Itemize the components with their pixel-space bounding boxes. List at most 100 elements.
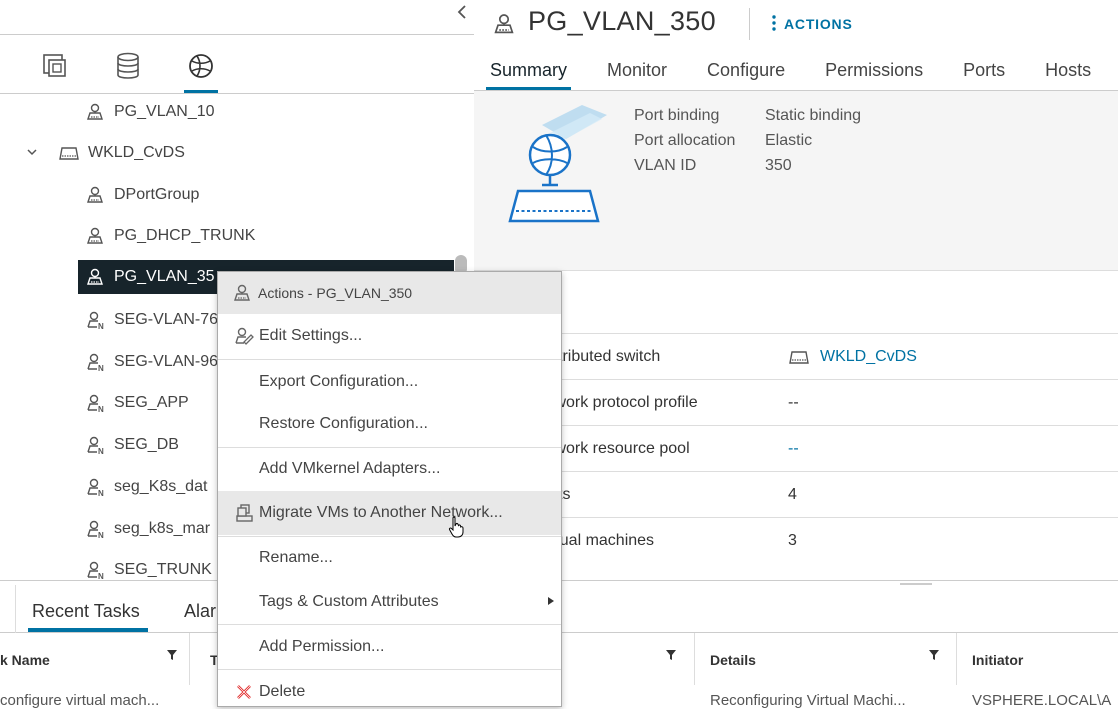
storage-icon[interactable] — [113, 51, 143, 81]
distributed-switch-link[interactable]: WKLD_CvDS — [788, 348, 917, 366]
task-name-cell: configure virtual mach... — [0, 692, 160, 709]
tab-alarms[interactable]: Alar — [184, 601, 216, 622]
tree-item-label: SEG-VLAN-96 — [114, 353, 219, 370]
tree-item-switch[interactable]: WKLD_CvDS — [58, 133, 185, 173]
tree-item[interactable]: DPortGroup — [84, 175, 199, 215]
edit-settings-icon — [233, 325, 255, 347]
networking-icon[interactable] — [184, 51, 218, 93]
menu-item-tags-custom-attributes[interactable]: Tags & Custom Attributes — [218, 580, 561, 624]
details-key: twork resource pool — [550, 440, 690, 457]
tree-item[interactable]: N seg_k8s_mar — [84, 509, 210, 549]
tree-item-label: SEG_APP — [114, 394, 189, 411]
tree-item[interactable]: PG_VLAN_10 — [84, 92, 215, 132]
task-initiator-cell: VSPHERE.LOCAL\A — [972, 692, 1112, 709]
tab-configure[interactable]: Configure — [707, 50, 785, 90]
divider — [15, 585, 16, 633]
submenu-arrow-icon — [547, 596, 555, 608]
page-title: PG_VLAN_350 — [528, 6, 716, 36]
migrate-icon — [233, 502, 255, 524]
portgroup-icon — [84, 184, 106, 206]
tab-monitor[interactable]: Monitor — [607, 50, 667, 90]
portgroup-icon — [84, 266, 106, 288]
summary-header-card: Port binding Static binding Port allocat… — [474, 91, 1118, 271]
property-key: Port allocation — [634, 132, 736, 149]
svg-text:N: N — [98, 489, 104, 497]
tab-summary[interactable]: Summary — [485, 50, 572, 91]
tree-item[interactable]: N SEG_APP — [84, 383, 189, 423]
tree-item-label: SEG_TRUNK — [114, 561, 212, 578]
tree-item[interactable]: PG_DHCP_TRUNK — [84, 216, 255, 256]
collapse-navigator-button[interactable] — [452, 2, 472, 24]
resource-pool-link[interactable]: -- — [788, 440, 799, 458]
more-vertical-icon — [772, 14, 776, 33]
nsx-segment-icon: N — [84, 392, 106, 414]
divider — [749, 8, 750, 40]
filter-icon[interactable] — [166, 649, 178, 661]
column-header-initiator[interactable]: Initiator — [957, 633, 1118, 685]
actions-context-menu: Actions - PG_VLAN_350 Edit Settings... E… — [217, 271, 562, 707]
details-row: stributed switch WKLD_CvDS — [474, 333, 1118, 379]
task-details-cell: Reconfiguring Virtual Machi... — [710, 692, 906, 709]
object-tabs: Summary Monitor Configure Permissions Po… — [485, 50, 1118, 91]
active-tab-indicator — [28, 628, 148, 632]
nsx-segment-icon: N — [84, 476, 106, 498]
tab-recent-tasks[interactable]: Recent Tasks — [32, 601, 140, 622]
tab-ports[interactable]: Ports — [963, 50, 1005, 90]
details-table: stributed switch WKLD_CvDS twork protoco… — [474, 333, 1118, 563]
menu-item-rename[interactable]: Rename... — [218, 536, 561, 580]
svg-text:N: N — [98, 364, 104, 372]
menu-item-add-vmkernel-adapters[interactable]: Add VMkernel Adapters... — [218, 447, 561, 491]
tree-item[interactable]: N seg_K8s_dat — [84, 467, 207, 507]
tab-hosts[interactable]: Hosts — [1045, 50, 1091, 90]
menu-item-delete[interactable]: Delete — [218, 670, 561, 706]
menu-item-restore-configuration[interactable]: Restore Configuration... — [218, 402, 561, 446]
tree-item-label: seg_k8s_mar — [114, 520, 211, 537]
hosts-clusters-icon[interactable] — [40, 51, 70, 81]
nsx-segment-icon: N — [84, 309, 106, 331]
property-key: Port binding — [634, 107, 720, 124]
context-menu-title: Actions - PG_VLAN_350 — [258, 285, 413, 301]
menu-item-add-permission[interactable]: Add Permission... — [218, 625, 561, 669]
tree-item[interactable]: N SEG-VLAN-76 — [84, 300, 218, 340]
switch-icon — [58, 142, 80, 164]
menu-item-migrate-vms[interactable]: Migrate VMs to Another Network... — [218, 491, 561, 535]
property-value: Elastic — [765, 132, 813, 149]
details-value: 3 — [788, 532, 797, 549]
menu-item-edit-settings[interactable]: Edit Settings... — [218, 314, 561, 358]
hand-pointer-icon — [448, 516, 464, 545]
tree-item[interactable]: N SEG-VLAN-96 — [84, 342, 218, 382]
actions-label: ACTIONS — [784, 15, 853, 32]
chevron-down-icon[interactable] — [26, 146, 40, 160]
chevron-left-icon — [457, 5, 466, 19]
details-row: rtual machines 3 — [474, 517, 1118, 563]
tree-item-label: PG_DHCP_TRUNK — [114, 227, 256, 244]
column-header-details[interactable]: Details — [695, 633, 957, 685]
details-value: WKLD_CvDS — [820, 348, 917, 365]
tab-permissions[interactable]: Permissions — [825, 50, 923, 90]
tree-item-label: PG_VLAN_35 — [114, 268, 215, 285]
portgroup-icon — [492, 12, 516, 41]
column-header-task-name[interactable]: k Name — [0, 633, 190, 685]
filter-icon[interactable] — [665, 649, 677, 661]
actions-button[interactable]: ACTIONS — [772, 14, 853, 33]
details-key: rtual machines — [550, 532, 655, 549]
filter-icon[interactable] — [928, 649, 940, 661]
svg-text:N: N — [98, 447, 104, 455]
property-key: VLAN ID — [634, 157, 697, 174]
portgroup-icon — [84, 101, 106, 123]
tree-item[interactable]: N SEG_TRUNK — [84, 550, 212, 580]
property-value: Static binding — [765, 107, 862, 124]
svg-text:N: N — [98, 572, 104, 580]
tree-item-label: PG_VLAN_10 — [114, 103, 215, 120]
object-panel: PG_VLAN_350 ACTIONS Summary Monitor Conf… — [474, 0, 1118, 580]
details-row: sts 4 — [474, 471, 1118, 517]
portgroup-icon — [232, 283, 252, 303]
details-row: twork resource pool -- — [474, 425, 1118, 471]
context-menu-header: Actions - PG_VLAN_350 — [218, 272, 561, 314]
tree-item-label: WKLD_CvDS — [88, 144, 185, 161]
details-key: stributed switch — [550, 348, 661, 365]
svg-text:N: N — [98, 405, 104, 413]
menu-item-export-configuration[interactable]: Export Configuration... — [218, 360, 561, 404]
details-value: -- — [788, 394, 799, 411]
tree-item[interactable]: N SEG_DB — [84, 425, 179, 465]
